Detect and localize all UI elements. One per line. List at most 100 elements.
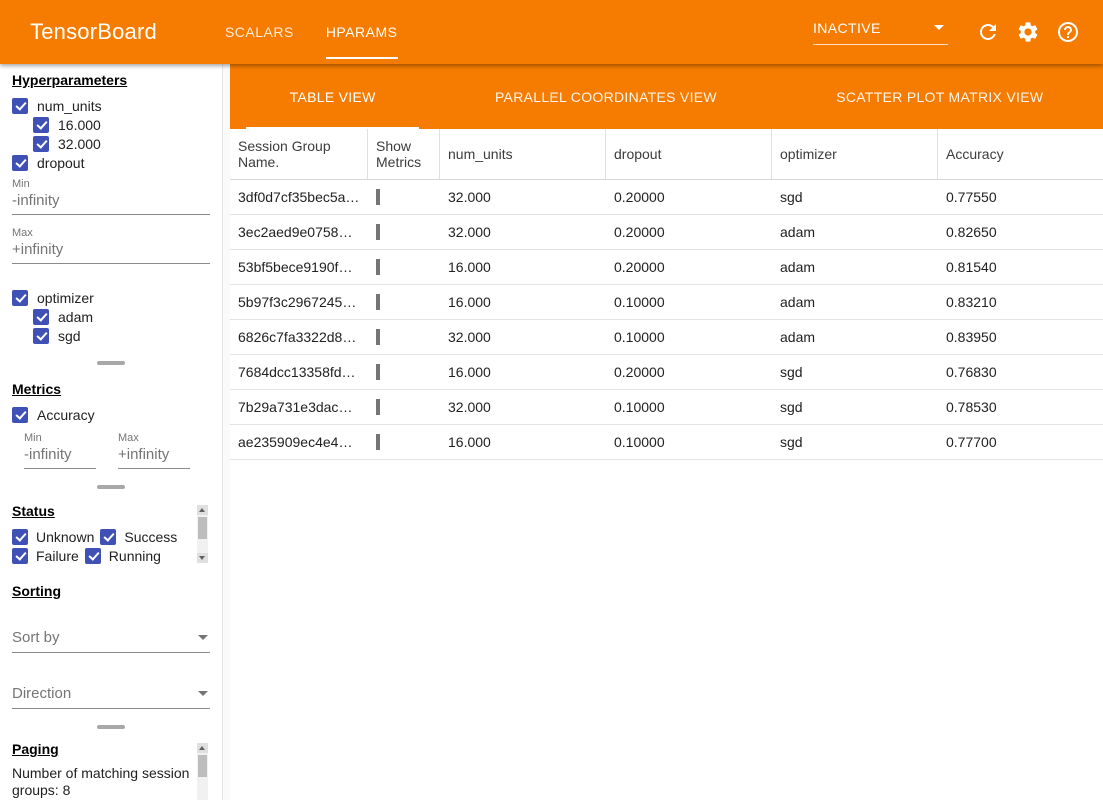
show-metrics-checkbox[interactable] [376, 189, 380, 205]
section-resize-handle[interactable] [97, 361, 125, 365]
optimizer-cell: sgd [772, 189, 938, 205]
header-actions: INACTIVE [813, 11, 1080, 53]
table-row: 5b97f3c2967245b… 16.000 0.10000 adam 0.8… [230, 285, 1103, 320]
help-icon [1056, 20, 1080, 44]
section-status: Status Unknown Success Failure Running [0, 503, 222, 565]
session-group-name-cell: 3ec2aed9e07589f… [230, 224, 368, 240]
column-header-accuracy[interactable]: Accuracy [938, 129, 1103, 179]
column-header-num-units[interactable]: num_units [440, 129, 606, 179]
refresh-button[interactable] [976, 20, 1000, 44]
dropout-min-input[interactable]: -infinity [12, 190, 210, 215]
status-unknown-checkbox[interactable] [12, 529, 28, 545]
accuracy-label: Accuracy [37, 407, 95, 423]
hparam-row-optimizer: optimizer [0, 288, 222, 307]
column-header-session-group-name[interactable]: Session Group Name. [230, 129, 368, 179]
hparam-row-num-units: num_units [0, 96, 222, 115]
show-metrics-checkbox[interactable] [376, 329, 380, 345]
num-units-checkbox[interactable] [12, 98, 28, 114]
optimizer-cell: sgd [772, 364, 938, 380]
direction-value: Direction [12, 685, 71, 702]
show-metrics-checkbox[interactable] [376, 294, 380, 310]
section-hyperparameters: Hyperparameters num_units 16.000 32.000 … [0, 64, 222, 345]
num-units-cell: 32.000 [440, 329, 606, 345]
scrollbar-thumb[interactable] [198, 517, 207, 539]
scroll-up-icon[interactable] [197, 505, 208, 515]
dropout-max-label: Max [12, 227, 210, 239]
run-status-select[interactable]: INACTIVE [813, 11, 948, 45]
num-units-32-checkbox[interactable] [33, 136, 49, 152]
dropout-min-field: Min -infinity [12, 178, 210, 215]
scroll-up-icon[interactable] [197, 743, 208, 753]
accuracy-cell: 0.83210 [938, 294, 1103, 310]
tab-parallel-coordinates-view[interactable]: PARALLEL COORDINATES VIEW [435, 64, 776, 129]
optimizer-cell: adam [772, 224, 938, 240]
hparam-group-optimizer: optimizer adam sgd [0, 288, 222, 345]
scroll-down-icon[interactable] [197, 553, 208, 563]
plugin-tabs: SCALARS HPARAMS [209, 0, 414, 64]
status-success-checkbox[interactable] [100, 529, 116, 545]
table-row: 3df0d7cf35bec5a… 32.000 0.20000 sgd 0.77… [230, 180, 1103, 215]
accuracy-max-input[interactable]: +infinity [118, 444, 190, 469]
status-success-label: Success [124, 529, 177, 545]
tab-hparams[interactable]: HPARAMS [310, 0, 414, 64]
tab-table-view[interactable]: TABLE VIEW [230, 64, 435, 129]
dropout-max-input[interactable]: +infinity [12, 239, 210, 264]
show-metrics-checkbox[interactable] [376, 224, 380, 240]
scrollbar-thumb[interactable] [198, 755, 207, 777]
metrics-heading: Metrics [12, 381, 210, 397]
optimizer-adam-checkbox[interactable] [33, 309, 49, 325]
optimizer-label: optimizer [37, 290, 94, 306]
optimizer-cell: sgd [772, 399, 938, 415]
optimizer-checkbox[interactable] [12, 290, 28, 306]
accuracy-cell: 0.82650 [938, 224, 1103, 240]
status-scrollbar[interactable] [197, 505, 208, 563]
hparam-row-dropout: dropout [0, 153, 222, 172]
table-row: 53bf5bece9190fa… 16.000 0.20000 adam 0.8… [230, 250, 1103, 285]
metric-row-accuracy: Accuracy [0, 405, 222, 424]
paging-scrollbar[interactable] [197, 743, 208, 800]
show-metrics-checkbox[interactable] [376, 364, 380, 380]
help-button[interactable] [1056, 20, 1080, 44]
hparams-sidebar: Hyperparameters num_units 16.000 32.000 … [0, 64, 222, 800]
num-units-cell: 32.000 [440, 399, 606, 415]
view-tabbar: TABLE VIEW PARALLEL COORDINATES VIEW SCA… [230, 64, 1103, 129]
settings-button[interactable] [1016, 20, 1040, 44]
show-metrics-checkbox[interactable] [376, 434, 380, 450]
section-resize-handle[interactable] [97, 485, 125, 489]
accuracy-cell: 0.78530 [938, 399, 1103, 415]
sidebar-splitter[interactable] [222, 64, 230, 800]
scrollbar-track[interactable] [197, 515, 208, 553]
column-header-dropout[interactable]: dropout [606, 129, 772, 179]
column-header-optimizer[interactable]: optimizer [772, 129, 938, 179]
show-metrics-cell [368, 399, 440, 415]
optimizer-sgd-checkbox[interactable] [33, 328, 49, 344]
sort-by-select[interactable]: Sort by [12, 621, 210, 653]
tab-scalars[interactable]: SCALARS [209, 0, 310, 64]
show-metrics-cell [368, 434, 440, 450]
app-header: TensorBoard SCALARS HPARAMS INACTIVE [0, 0, 1103, 64]
status-running-checkbox[interactable] [85, 548, 101, 564]
num-units-16-checkbox[interactable] [33, 117, 49, 133]
accuracy-cell: 0.83950 [938, 329, 1103, 345]
show-metrics-checkbox[interactable] [376, 399, 380, 415]
dropout-cell: 0.10000 [606, 399, 772, 415]
chevron-down-icon [934, 25, 944, 30]
tab-scatter-plot-matrix-view[interactable]: SCATTER PLOT MATRIX VIEW [777, 64, 1103, 129]
status-failure-checkbox[interactable] [12, 548, 28, 564]
accuracy-min-input[interactable]: -infinity [24, 444, 96, 469]
show-metrics-cell [368, 294, 440, 310]
table-row: 6826c7fa3322d82… 32.000 0.10000 adam 0.8… [230, 320, 1103, 355]
column-header-show-metrics[interactable]: Show Metrics [368, 129, 440, 179]
num-units-cell: 32.000 [440, 189, 606, 205]
session-group-name-cell: 53bf5bece9190fa… [230, 259, 368, 275]
dropout-max-field: Max +infinity [12, 227, 210, 264]
optimizer-cell: adam [772, 329, 938, 345]
show-metrics-checkbox[interactable] [376, 259, 380, 275]
direction-select[interactable]: Direction [12, 677, 210, 709]
session-group-name-cell: 3df0d7cf35bec5a… [230, 189, 368, 205]
accuracy-checkbox[interactable] [12, 407, 28, 423]
section-resize-handle[interactable] [97, 725, 125, 729]
num-units-32-label: 32.000 [58, 136, 101, 152]
dropout-checkbox[interactable] [12, 155, 28, 171]
scrollbar-track[interactable] [197, 753, 208, 800]
